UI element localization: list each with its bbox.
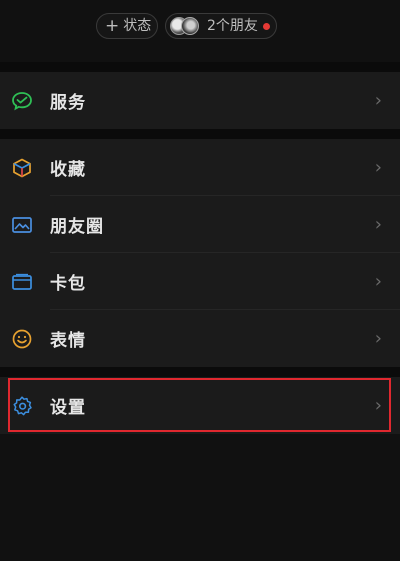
chevron-right-icon: › <box>374 328 382 349</box>
empty-area <box>0 434 400 561</box>
menu-item-label: 卡包 <box>50 274 86 294</box>
favorites-cube-icon <box>11 157 33 179</box>
menu-item-label: 服务 <box>50 93 86 113</box>
menu-group-settings: 设置 › <box>0 377 400 434</box>
settings-gear-icon <box>11 395 33 417</box>
me-page: + 状态 2个朋友 服务 › 收藏 › 朋友圈 › 卡包 › 表情 › 设置 › <box>0 0 400 561</box>
add-status-button[interactable]: + 状态 <box>96 13 158 39</box>
status-row: + 状态 2个朋友 <box>0 13 400 41</box>
menu-item-label: 朋友圈 <box>50 217 104 237</box>
section-divider <box>0 62 400 72</box>
menu-item-settings[interactable]: 设置 › <box>0 377 400 434</box>
chevron-right-icon: › <box>374 395 382 416</box>
friends-label: 2个朋友 <box>207 18 258 34</box>
plus-icon: + <box>105 16 120 36</box>
chevron-right-icon: › <box>374 214 382 235</box>
wechat-pay-icon <box>11 90 33 112</box>
menu-item-cards[interactable]: 卡包 › <box>0 253 400 310</box>
menu-group-main: 收藏 › 朋友圈 › 卡包 › 表情 › <box>0 139 400 367</box>
menu-item-moments[interactable]: 朋友圈 › <box>0 196 400 253</box>
status-label: 状态 <box>123 18 152 34</box>
unread-dot-badge <box>262 22 270 30</box>
avatar <box>181 17 199 35</box>
friends-status-button[interactable]: 2个朋友 <box>165 13 277 39</box>
menu-item-label: 设置 <box>50 398 86 418</box>
menu-item-stickers[interactable]: 表情 › <box>0 310 400 367</box>
chevron-right-icon: › <box>374 157 382 178</box>
friend-avatars <box>170 16 204 36</box>
menu-item-label: 收藏 <box>50 160 86 180</box>
chevron-right-icon: › <box>374 90 382 111</box>
section-divider <box>0 367 400 377</box>
section-divider <box>0 129 400 139</box>
menu-group-services: 服务 › <box>0 72 400 129</box>
emoji-smile-icon <box>11 328 33 350</box>
menu-item-favorites[interactable]: 收藏 › <box>0 139 400 196</box>
moments-image-icon <box>11 214 33 236</box>
menu-item-label: 表情 <box>50 331 86 351</box>
menu-item-services[interactable]: 服务 › <box>0 72 400 129</box>
card-wallet-icon <box>11 271 33 293</box>
chevron-right-icon: › <box>374 271 382 292</box>
